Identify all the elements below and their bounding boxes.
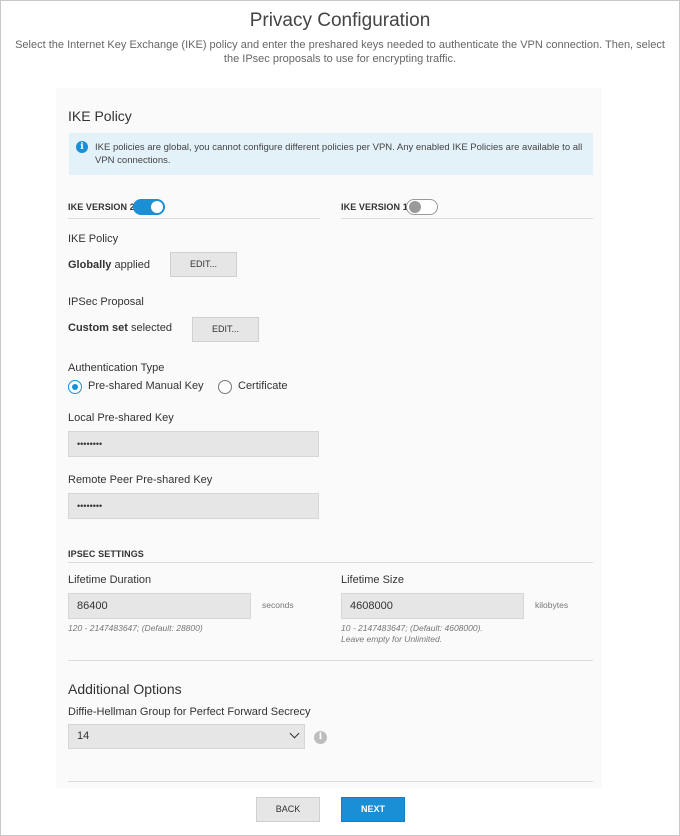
ipsec-proposal-status-bold: Custom set <box>68 322 128 334</box>
ipsec-proposal-status: Custom set selected <box>68 322 172 334</box>
dh-group-selected-value: 14 <box>77 730 90 742</box>
additional-options-title: Additional Options <box>68 681 182 697</box>
pre-shared-key-radio-label: Pre-shared Manual Key <box>88 380 204 392</box>
lifetime-size-input[interactable]: 4608000 <box>341 593 524 619</box>
toggle-knob <box>409 201 421 213</box>
info-banner-text: IKE policies are global, you cannot conf… <box>95 142 583 166</box>
lifetime-duration-hint: 120 - 2147483647; (Default: 28800) <box>68 623 203 633</box>
back-button[interactable]: BACK <box>256 797 320 822</box>
divider <box>68 781 593 782</box>
ipsec-settings-label: IPSEC SETTINGS <box>68 549 144 559</box>
toggle-knob <box>151 201 163 213</box>
ike-version-2-label: IKE VERSION 2 <box>68 202 135 212</box>
ike-policy-status: Globally applied <box>68 259 150 271</box>
lifetime-size-label: Lifetime Size <box>341 574 404 586</box>
divider <box>68 218 320 219</box>
ipsec-proposal-status-rest: selected <box>127 322 172 334</box>
divider <box>68 562 593 563</box>
info-icon[interactable]: i <box>314 731 327 744</box>
ike-version-2-toggle[interactable] <box>133 199 165 215</box>
lifetime-duration-input[interactable]: 86400 <box>68 593 251 619</box>
lifetime-duration-unit: seconds <box>262 600 294 610</box>
certificate-radio-label: Certificate <box>238 380 288 392</box>
ipsec-proposal-edit-button[interactable]: EDIT... <box>192 317 259 342</box>
ike-policy-status-rest: applied <box>111 259 150 271</box>
info-banner: i IKE policies are global, you cannot co… <box>69 133 593 175</box>
local-pre-shared-key-input[interactable]: •••••••• <box>68 431 319 457</box>
authentication-type-label: Authentication Type <box>68 362 165 374</box>
page-title: Privacy Configuration <box>249 10 431 31</box>
lifetime-size-unit: kilobytes <box>535 600 569 610</box>
next-button[interactable]: NEXT <box>341 797 405 822</box>
lifetime-duration-label: Lifetime Duration <box>68 574 152 586</box>
ike-version-1-toggle[interactable] <box>406 199 438 215</box>
page-subtitle: Select the Internet Key Exchange (IKE) p… <box>15 39 665 65</box>
chevron-down-icon <box>289 728 300 739</box>
divider <box>341 218 593 219</box>
ike-policy-section-title: IKE Policy <box>68 108 132 124</box>
ike-version-1-label: IKE VERSION 1 <box>341 202 408 212</box>
ike-policy-status-bold: Globally <box>68 259 112 271</box>
lifetime-size-hint-1: 10 - 2147483647; (Default: 4608000). <box>341 623 483 633</box>
certificate-radio[interactable] <box>218 380 232 394</box>
dh-group-select[interactable]: 14 <box>68 724 305 749</box>
ike-policy-edit-button[interactable]: EDIT... <box>170 252 237 277</box>
ike-policy-label: IKE Policy <box>68 233 119 245</box>
pre-shared-key-radio[interactable] <box>68 380 82 394</box>
dh-group-label: Diffie-Hellman Group for Perfect Forward… <box>68 706 311 718</box>
divider <box>68 660 593 661</box>
remote-pre-shared-key-input[interactable]: •••••••• <box>68 493 319 519</box>
ipsec-proposal-label: IPSec Proposal <box>68 296 144 308</box>
local-pre-shared-key-label: Local Pre-shared Key <box>68 412 174 424</box>
lifetime-size-hint-2: Leave empty for Unlimited. <box>341 634 443 644</box>
remote-pre-shared-key-label: Remote Peer Pre-shared Key <box>68 474 213 486</box>
info-icon: i <box>76 141 88 153</box>
